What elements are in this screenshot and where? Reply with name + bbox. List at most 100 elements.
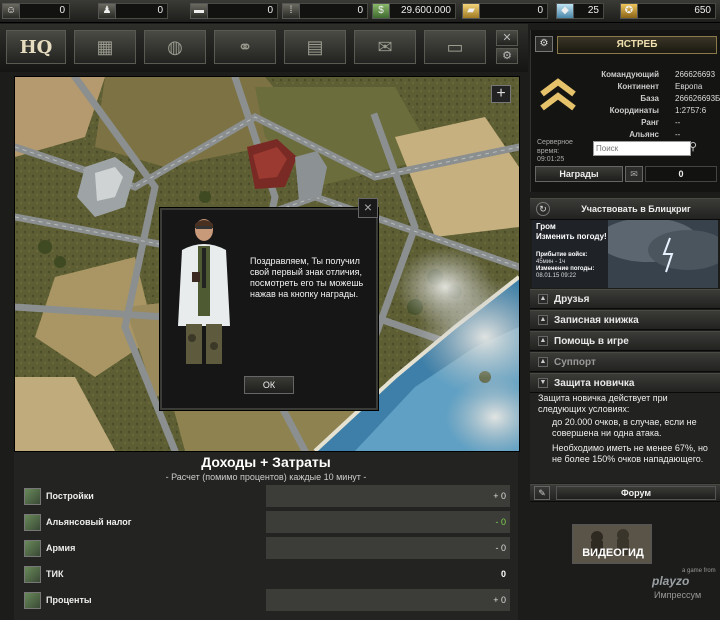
collapse-icon: ▼ <box>538 378 548 388</box>
globe-button[interactable]: ◍ <box>144 30 206 64</box>
diamond-icon: ◆ <box>556 3 574 19</box>
section-notebook[interactable]: ▲ Записная книжка <box>530 310 720 330</box>
documents-button[interactable]: ▭ <box>424 30 486 64</box>
weather-name: Гром <box>536 222 556 231</box>
expand-icon: ▲ <box>538 357 548 367</box>
rank-label: Ранг <box>641 118 659 127</box>
resource-medals[interactable]: ✪ 650 <box>620 3 716 19</box>
protection-text-1: Защита новичка действует при следующих у… <box>538 393 668 414</box>
change-weather-link[interactable]: Изменить погоду! <box>536 232 607 241</box>
profile-settings-button[interactable]: ⚙ <box>535 36 553 52</box>
gear-icon: ⚙ <box>502 50 512 62</box>
gear-icon: ⚙ <box>539 38 549 49</box>
tick-icon[interactable] <box>24 566 41 583</box>
ammo-icon: ⁞ <box>282 3 300 19</box>
weather-change-label: Изменение погоды: <box>536 266 595 272</box>
person-icon: ☺ <box>2 3 20 19</box>
arrival-label: Прибытие войск: <box>536 252 588 258</box>
documents-icon: ▭ <box>446 36 464 57</box>
base-label: База <box>640 94 659 103</box>
server-time: 09:01:25 <box>537 156 565 163</box>
mail-button[interactable]: ✉ <box>354 30 416 64</box>
resource-tanks[interactable]: ▬ 0 <box>190 3 278 19</box>
playzo-logo[interactable]: playzo <box>652 574 689 588</box>
income-title: Доходы + Затраты <box>201 454 331 470</box>
buildings-icon[interactable] <box>24 488 41 505</box>
income-row-buildings: Постройки + 0 <box>24 485 510 507</box>
resource-diamonds[interactable]: ◆ 25 <box>556 3 604 19</box>
expand-icon: ▲ <box>538 336 548 346</box>
tools-icon: ✕ <box>502 32 512 44</box>
alliance-button[interactable]: ⚭ <box>214 30 276 64</box>
interest-icon[interactable] <box>24 592 41 609</box>
coordinates-value: 1:2757:6 <box>675 106 707 115</box>
section-support[interactable]: ▲ Суппорт <box>530 352 720 372</box>
close-icon: × <box>363 199 373 215</box>
search-icon[interactable]: ⚲ <box>689 140 697 153</box>
tank-icon: ▬ <box>190 3 208 19</box>
resource-ammo[interactable]: ⁞ 0 <box>282 3 368 19</box>
awards-icon[interactable]: ✉ <box>625 166 643 182</box>
forum-button: Форум <box>556 486 716 500</box>
commander-value: 266626693 <box>675 70 716 79</box>
chat-icon: ✎ <box>534 486 550 500</box>
expand-icon: ▲ <box>538 315 548 325</box>
income-row-interest: Проценты + 0 <box>24 589 510 611</box>
awards-button[interactable]: Награды <box>535 166 623 182</box>
section-friends[interactable]: ▲ Друзья <box>530 289 720 309</box>
resource-soldiers[interactable]: ♟ 0 <box>98 3 168 19</box>
map-icon: ▦ <box>96 36 114 57</box>
hq-button[interactable]: HQ <box>6 30 66 64</box>
awards-count: 0 <box>645 166 717 182</box>
profile-panel: ⚙ ЯСТРЕБ Командующий 266626693 Континент… <box>530 30 720 192</box>
close-button[interactable]: × <box>358 198 378 218</box>
army-icon[interactable] <box>24 540 41 557</box>
award-dialog: × Поздравляем, Ты получил свой первый зн… <box>160 198 378 410</box>
alliance-tax-icon[interactable] <box>24 514 41 531</box>
medal-icon: ✪ <box>620 3 638 19</box>
video-guide-button[interactable]: ВИДЕОГИД <box>572 524 652 564</box>
income-subtitle: - Расчет (помимо процентов) каждые 10 ми… <box>165 472 367 482</box>
globe-icon: ◍ <box>167 36 183 57</box>
officer-portrait <box>178 219 230 364</box>
dialog-message: Поздравляем, Ты получил свой первый знак… <box>250 256 364 299</box>
money-icon: $ <box>372 3 390 19</box>
income-panel: Доходы + Затраты - Расчет (помимо процен… <box>14 452 518 620</box>
resource-people[interactable]: ☺ 0 <box>2 3 70 19</box>
mail-icon: ✉ <box>377 36 393 57</box>
expand-icon: ▲ <box>538 294 548 304</box>
map-button[interactable]: ▦ <box>74 30 136 64</box>
zoom-in-button[interactable]: + <box>491 85 511 103</box>
cards-icon: ▤ <box>306 36 324 57</box>
cards-button[interactable]: ▤ <box>284 30 346 64</box>
resource-gold[interactable]: ▰ 0 <box>462 3 548 19</box>
gold-icon: ▰ <box>462 3 480 19</box>
impressum-link[interactable]: Импрессум <box>654 590 701 600</box>
arrival-value: 45мин - 1ч <box>536 259 566 265</box>
income-row-alliance-tax: Альянсовый налог - 0 <box>24 511 510 533</box>
tools-button[interactable]: ✕ <box>496 30 518 46</box>
rank-value: -- <box>675 118 681 127</box>
section-help[interactable]: ▲ Помощь в игре <box>530 331 720 351</box>
settings-button[interactable]: ⚙ <box>496 48 518 64</box>
player-name: ЯСТРЕБ <box>557 36 717 54</box>
continent-label: Континент <box>617 82 659 91</box>
search-input[interactable] <box>593 141 691 156</box>
continent-value: Европа <box>675 82 703 91</box>
weather-change-value: 08.01.15 09:22 <box>536 273 577 279</box>
ok-button[interactable]: ОК <box>244 376 294 394</box>
handshake-icon: ⚭ <box>237 36 253 57</box>
protection-body: Защита новичка действует при следующих у… <box>530 393 720 483</box>
refresh-icon: ↻ <box>536 202 550 216</box>
soldier-icon: ♟ <box>98 3 116 19</box>
income-row-tick: ТИК 0 <box>24 563 510 585</box>
forum-row[interactable]: ✎ Форум <box>530 484 720 502</box>
main-nav: HQ ▦ ◍ ⚭ ▤ ✉ ▭ ✕ ⚙ <box>0 24 528 72</box>
coordinates-label: Координаты <box>609 106 659 115</box>
section-protection[interactable]: ▼ Защита новичка <box>530 373 720 393</box>
plus-icon: + <box>496 85 506 102</box>
blitz-header[interactable]: ↻ Участвовать в Блицкриг <box>530 198 720 220</box>
resource-money[interactable]: $29.600.000 <box>372 3 456 19</box>
base-value: 266626693База <box>675 94 720 103</box>
server-time-label: Серверное время: <box>537 139 573 155</box>
